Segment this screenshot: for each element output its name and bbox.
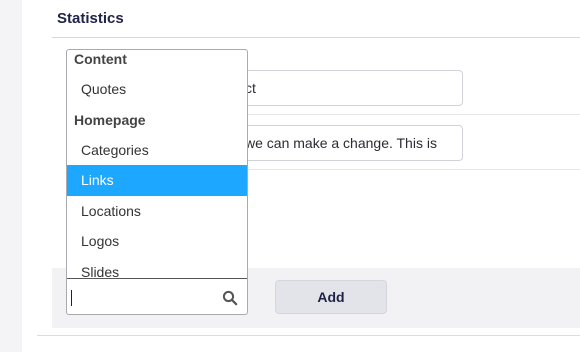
dropdown-group-homepage: Homepage (74, 111, 146, 128)
section-divider (52, 37, 580, 38)
search-icon (222, 290, 238, 306)
row-divider (244, 114, 580, 115)
add-button[interactable]: Add (275, 280, 387, 314)
dropdown-search-input[interactable] (71, 284, 211, 310)
type-dropdown[interactable]: Content Quotes Homepage Categories Links… (66, 49, 248, 315)
dropdown-option-links[interactable]: Links (67, 165, 247, 196)
dropdown-option-quotes[interactable]: Quotes (67, 74, 247, 105)
dropdown-group-content: Content (74, 51, 127, 67)
text-field-1[interactable]: ct (232, 70, 463, 106)
section-title: Statistics (57, 10, 124, 27)
row-divider (244, 169, 580, 170)
dropdown-option-locations[interactable]: Locations (67, 196, 247, 227)
text-field-2[interactable]: we can make a change. This is (232, 125, 463, 161)
text-cursor (71, 290, 72, 306)
dropdown-option-slides[interactable]: Slides (67, 257, 247, 279)
dropdown-option-categories[interactable]: Categories (67, 135, 247, 166)
dropdown-option-logos[interactable]: Logos (67, 226, 247, 257)
dropdown-options-list[interactable]: Content Quotes Homepage Categories Links… (67, 50, 247, 278)
dropdown-search-box (67, 278, 247, 314)
bottom-divider (37, 335, 580, 336)
